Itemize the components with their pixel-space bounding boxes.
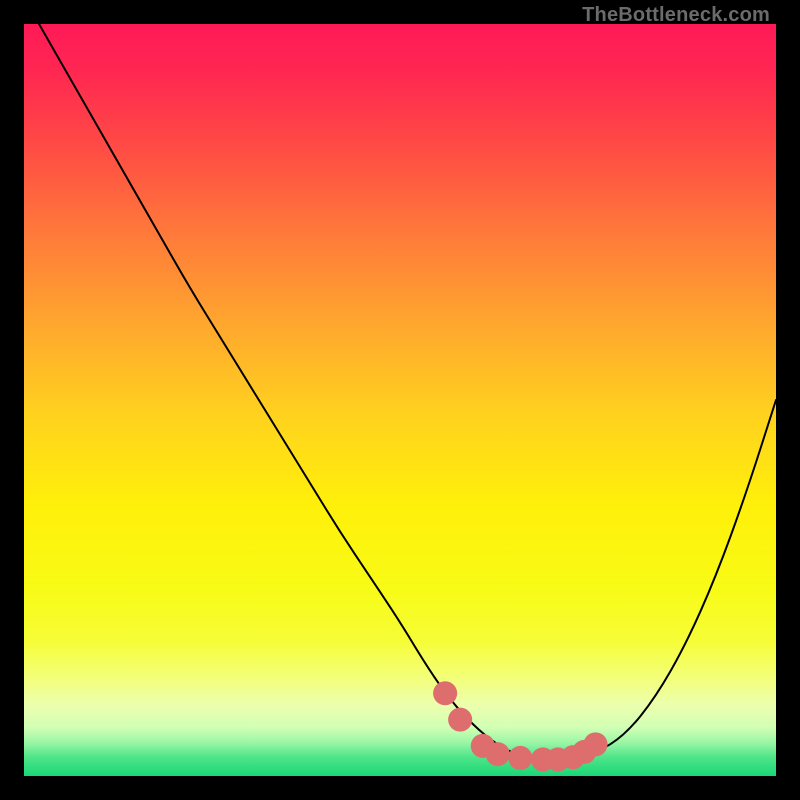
bottleneck-curve	[39, 24, 776, 759]
optimum-marker	[433, 681, 457, 705]
optimum-marker	[508, 746, 532, 770]
watermark-text: TheBottleneck.com	[582, 4, 770, 27]
optimum-marker	[583, 732, 607, 756]
optimum-zone-markers	[433, 681, 607, 771]
outer-frame: TheBottleneck.com	[0, 0, 800, 800]
optimum-marker	[448, 708, 472, 732]
optimum-marker	[486, 742, 510, 766]
plot-area	[24, 24, 776, 776]
curve-layer	[24, 24, 776, 776]
